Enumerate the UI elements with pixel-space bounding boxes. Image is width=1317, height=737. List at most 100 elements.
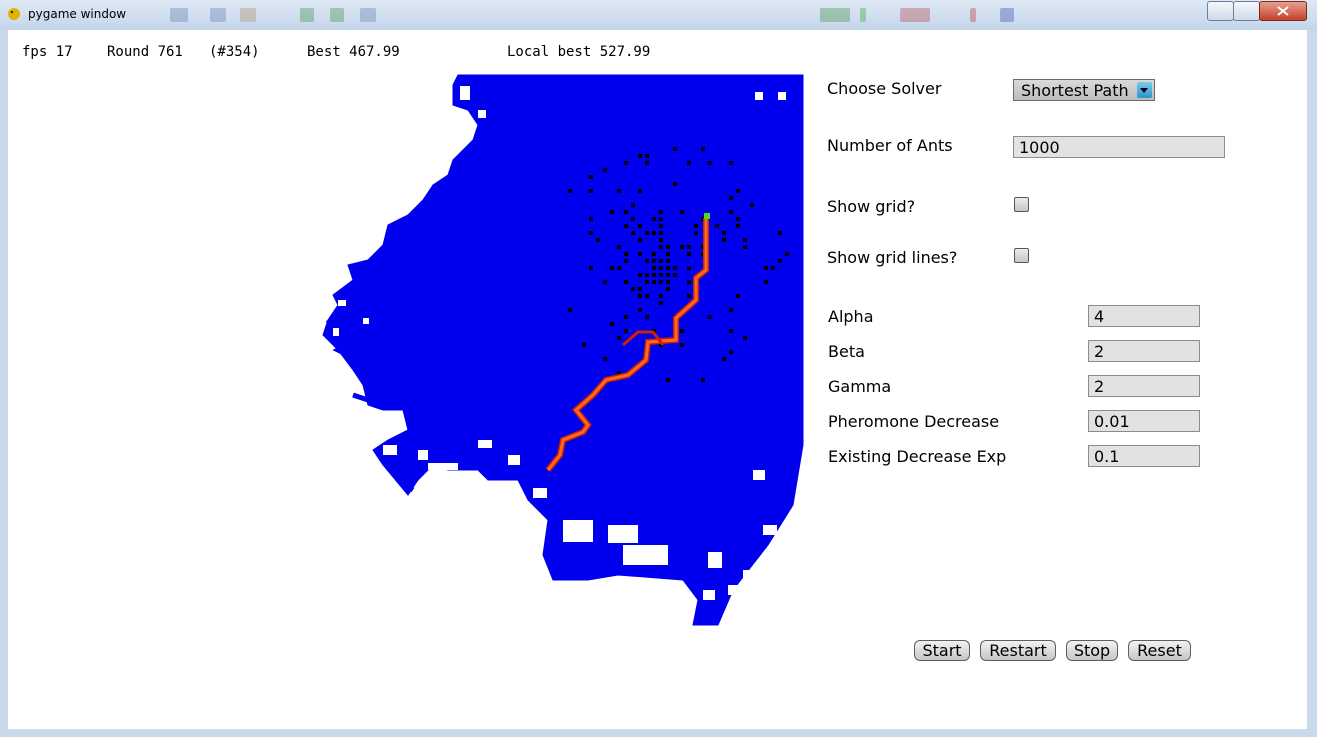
ant-dot xyxy=(624,210,628,214)
ant-dot xyxy=(652,266,656,270)
background-toolbar xyxy=(140,4,1200,26)
ant-dot xyxy=(722,231,726,235)
ant-dot xyxy=(659,266,663,270)
show-grid-label: Show grid? xyxy=(827,197,916,216)
ant-dot xyxy=(568,308,572,312)
ant-dot xyxy=(659,301,663,305)
ant-dot xyxy=(666,273,670,277)
ant-dot xyxy=(729,196,733,200)
ant-dot xyxy=(736,294,740,298)
ant-dot xyxy=(778,231,782,235)
ant-dot xyxy=(589,217,593,221)
ant-dot xyxy=(687,245,691,249)
ant-dot xyxy=(659,245,663,249)
ant-dot xyxy=(582,343,586,347)
ant-dot xyxy=(687,161,691,165)
ant-dot xyxy=(617,245,621,249)
ant-dot xyxy=(715,224,719,228)
ant-dot xyxy=(722,238,726,242)
ant-dot xyxy=(694,224,698,228)
ant-dot xyxy=(659,231,663,235)
ant-dot xyxy=(680,329,684,333)
existing-decrease-exp-input[interactable]: 0.1 xyxy=(1088,445,1200,467)
ant-dot xyxy=(743,245,747,249)
title-bar[interactable]: pygame window xyxy=(0,0,1317,31)
pygame-snake-icon xyxy=(8,8,20,20)
ants-input[interactable]: 1000 xyxy=(1013,136,1225,158)
ant-dot xyxy=(708,161,712,165)
show-grid-lines-label: Show grid lines? xyxy=(827,248,958,267)
ant-dot xyxy=(624,259,628,263)
ant-dot xyxy=(673,266,677,270)
ant-dot xyxy=(610,266,614,270)
ant-dot xyxy=(638,154,642,158)
ant-dot xyxy=(659,217,663,221)
ant-dot xyxy=(638,252,642,256)
ant-dot xyxy=(680,210,684,214)
restart-button[interactable]: Restart xyxy=(980,640,1056,661)
ant-dot xyxy=(666,378,670,382)
minimize-button[interactable] xyxy=(1207,1,1234,21)
ant-dot xyxy=(659,259,663,263)
show-grid-lines-checkbox[interactable] xyxy=(1014,248,1029,263)
ant-dot xyxy=(687,252,691,256)
solver-label: Choose Solver xyxy=(827,79,942,98)
ant-dot xyxy=(771,266,775,270)
ant-dot xyxy=(624,224,628,228)
ant-dot xyxy=(652,273,656,277)
ant-dot xyxy=(603,280,607,284)
ant-dot xyxy=(610,210,614,214)
window-border-left xyxy=(0,30,8,737)
show-grid-checkbox[interactable] xyxy=(1014,197,1029,212)
gamma-label: Gamma xyxy=(828,377,892,396)
ant-dot xyxy=(645,154,649,158)
pygame-canvas[interactable]: fps 17 Round 761 (#354) Best 467.99 Loca… xyxy=(8,30,1307,729)
ant-dot xyxy=(596,238,600,242)
chevron-down-icon[interactable] xyxy=(1137,82,1152,98)
ant-dot xyxy=(659,210,663,214)
ant-dot xyxy=(638,294,642,298)
ant-dot xyxy=(624,161,628,165)
best-readout: Best 467.99 xyxy=(307,44,400,60)
ant-dot xyxy=(589,175,593,179)
ant-dot xyxy=(687,280,691,284)
close-button[interactable] xyxy=(1259,1,1307,21)
stop-button[interactable]: Stop xyxy=(1066,640,1118,661)
ant-colony-map xyxy=(322,74,804,626)
ant-dot xyxy=(589,266,593,270)
ant-dot xyxy=(680,343,684,347)
alpha-input[interactable]: 4 xyxy=(1088,305,1200,327)
ant-dot xyxy=(701,378,705,382)
gamma-input[interactable]: 2 xyxy=(1088,375,1200,397)
window-title: pygame window xyxy=(28,7,127,21)
ant-dot xyxy=(750,203,754,207)
ant-dot xyxy=(638,308,642,312)
ant-dot xyxy=(666,245,670,249)
pheromone-decrease-input[interactable]: 0.01 xyxy=(1088,410,1200,432)
ant-dot xyxy=(764,266,768,270)
ant-dot xyxy=(624,280,628,284)
ant-dot xyxy=(666,259,670,263)
ant-dot xyxy=(617,336,621,340)
pheromone-decrease-label: Pheromone Decrease xyxy=(828,412,1000,431)
solver-select[interactable]: Shortest Path xyxy=(1013,79,1155,101)
maximize-button[interactable] xyxy=(1233,1,1260,21)
ants-label: Number of Ants xyxy=(827,136,953,155)
ant-dot xyxy=(764,280,768,284)
ant-dot xyxy=(589,189,593,193)
beta-input[interactable]: 2 xyxy=(1088,340,1200,362)
ant-dot xyxy=(589,231,593,235)
ant-dot xyxy=(645,231,649,235)
ant-dot xyxy=(666,252,670,256)
ant-dot xyxy=(638,273,642,277)
ant-dot xyxy=(729,329,733,333)
start-button[interactable]: Start xyxy=(914,640,970,661)
ant-dot xyxy=(673,147,677,151)
ant-dot xyxy=(729,350,733,354)
close-icon xyxy=(1277,6,1289,16)
ant-dot xyxy=(638,238,642,242)
round-index-readout: (#354) xyxy=(209,44,260,60)
reset-button[interactable]: Reset xyxy=(1128,640,1191,661)
ant-dot xyxy=(673,273,677,277)
ant-dot xyxy=(652,280,656,284)
